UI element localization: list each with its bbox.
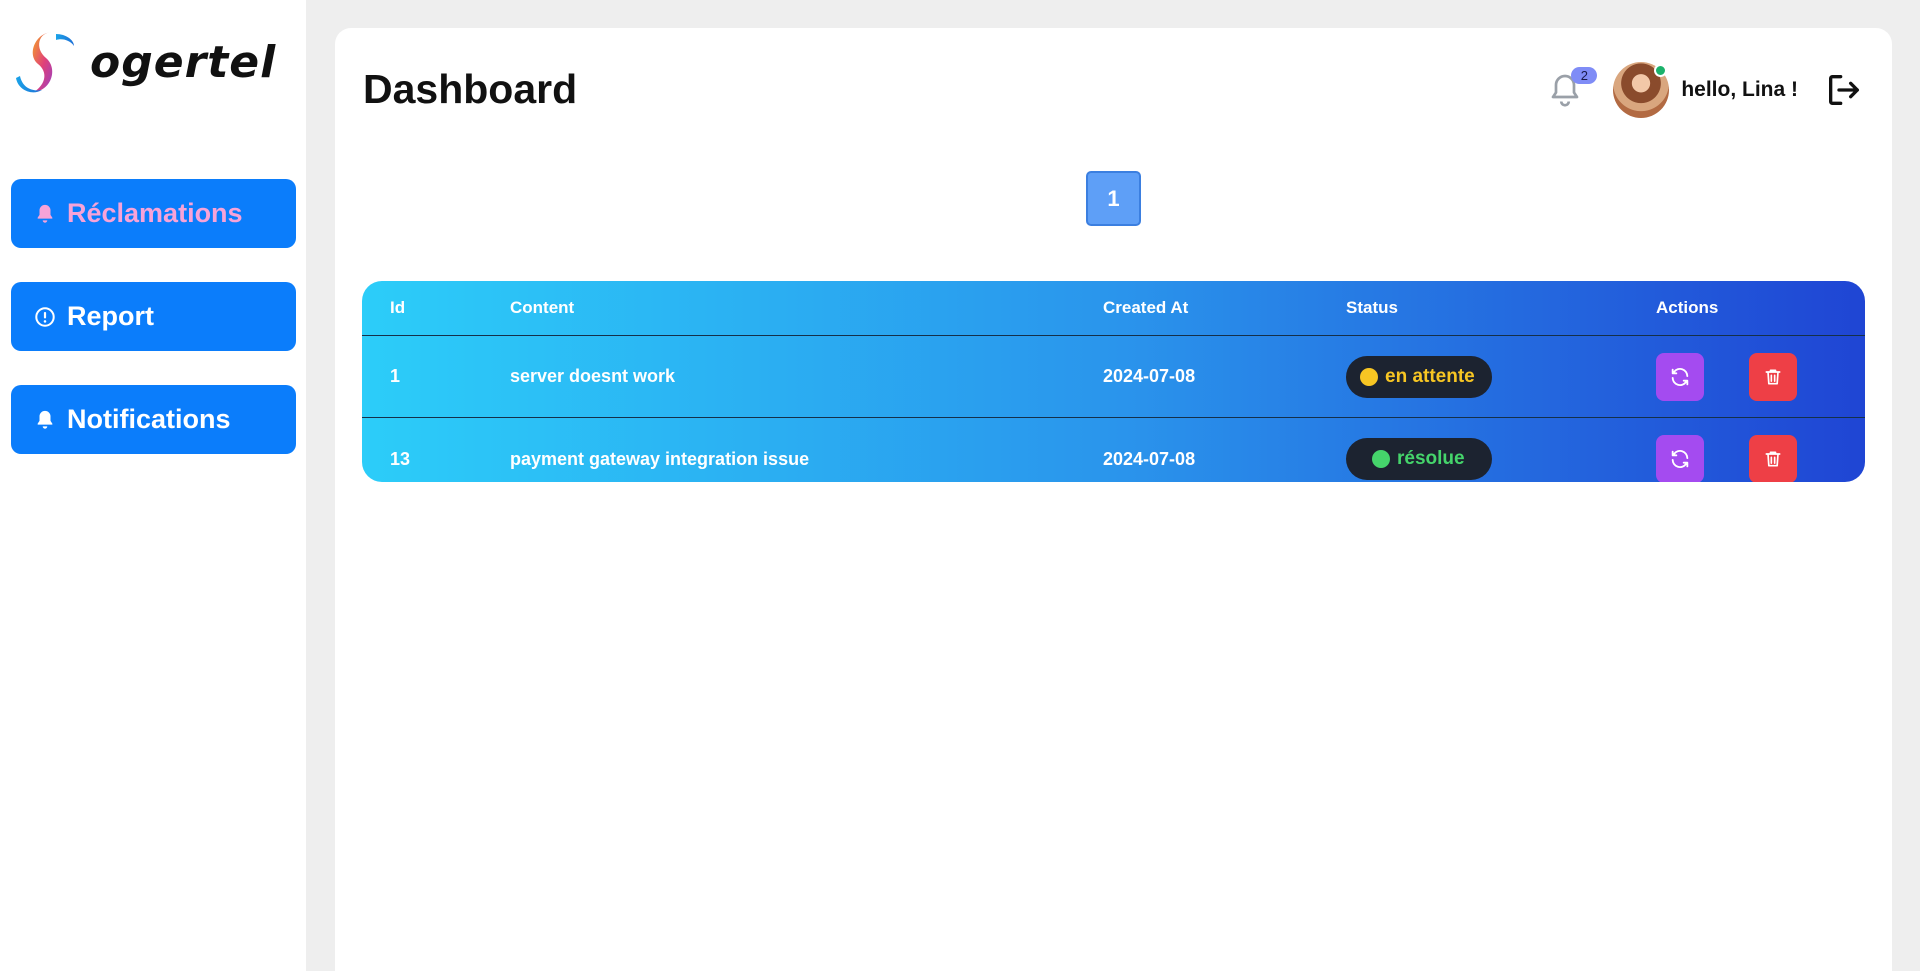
row-id: 13 [390, 448, 411, 469]
row-content: server doesnt work [510, 366, 676, 386]
row-status: en attente [1346, 336, 1492, 417]
main-card: Dashboard 2 hello, Lina ! 1 Id Content C… [335, 28, 1892, 971]
trash-icon [1765, 451, 1781, 467]
delete-button[interactable] [1749, 353, 1797, 401]
status-dot [1372, 450, 1390, 468]
header-user-area: 2 hello, Lina ! [1547, 60, 1864, 120]
logout-icon[interactable] [1824, 70, 1864, 110]
sidebar: ogertel Réclamations Report Notification… [0, 0, 306, 971]
status-badge: en attente [1346, 355, 1492, 398]
row-created-at: 2024-07-08 [1103, 366, 1196, 386]
brand[interactable]: ogertel [12, 26, 276, 98]
sidebar-item-reclamations[interactable]: Réclamations [11, 179, 296, 248]
brand-name: ogertel [90, 36, 277, 88]
table-header: Id Content Created At Status Actions [362, 281, 1865, 336]
sidebar-item-label: Notifications [67, 404, 231, 434]
notification-bell[interactable]: 2 [1547, 67, 1598, 111]
status-label: en attente [1385, 365, 1475, 387]
alert-circle-icon [33, 305, 57, 329]
avatar[interactable] [1613, 62, 1670, 118]
table-row: 13 payment gateway integration issue 202… [362, 418, 1865, 482]
row-content: payment gateway integration issue [510, 448, 810, 469]
bell-icon [33, 408, 57, 432]
bell-icon [33, 202, 57, 226]
row-status: résolue [1346, 418, 1492, 482]
sidebar-item-label: Réclamations [67, 198, 243, 228]
page-title: Dashboard [363, 66, 578, 112]
table-row: 1 server doesnt work 2024-07-08 en atten… [362, 336, 1865, 418]
pagination-page-button[interactable]: 1 [1086, 171, 1141, 226]
sidebar-item-notifications[interactable]: Notifications [11, 385, 296, 454]
user-greeting: hello, Lina ! [1681, 78, 1798, 101]
trash-icon [1765, 369, 1781, 385]
refresh-icon [1671, 450, 1689, 468]
sidebar-item-label: Report [67, 301, 154, 331]
column-header-status: Status [1346, 298, 1398, 317]
status-badge: résolue [1346, 438, 1492, 480]
refresh-icon [1671, 368, 1689, 386]
status-label: résolue [1397, 448, 1465, 469]
row-created-at: 2024-07-08 [1103, 448, 1196, 469]
row-id: 1 [390, 366, 401, 386]
column-header-id: Id [390, 298, 406, 317]
column-header-actions: Actions [1656, 298, 1719, 317]
refresh-status-button[interactable] [1656, 435, 1704, 482]
notification-count-badge: 2 [1571, 67, 1598, 84]
refresh-status-button[interactable] [1656, 353, 1704, 401]
reclamations-table: Id Content Created At Status Actions 1 s… [362, 281, 1865, 482]
delete-button[interactable] [1749, 435, 1797, 482]
sidebar-item-report[interactable]: Report [11, 282, 296, 351]
status-dot [1360, 367, 1378, 386]
column-header-content: Content [510, 298, 575, 317]
online-status-dot [1654, 64, 1668, 77]
ogertel-logo-icon [16, 31, 74, 93]
column-header-created-at: Created At [1103, 298, 1189, 317]
